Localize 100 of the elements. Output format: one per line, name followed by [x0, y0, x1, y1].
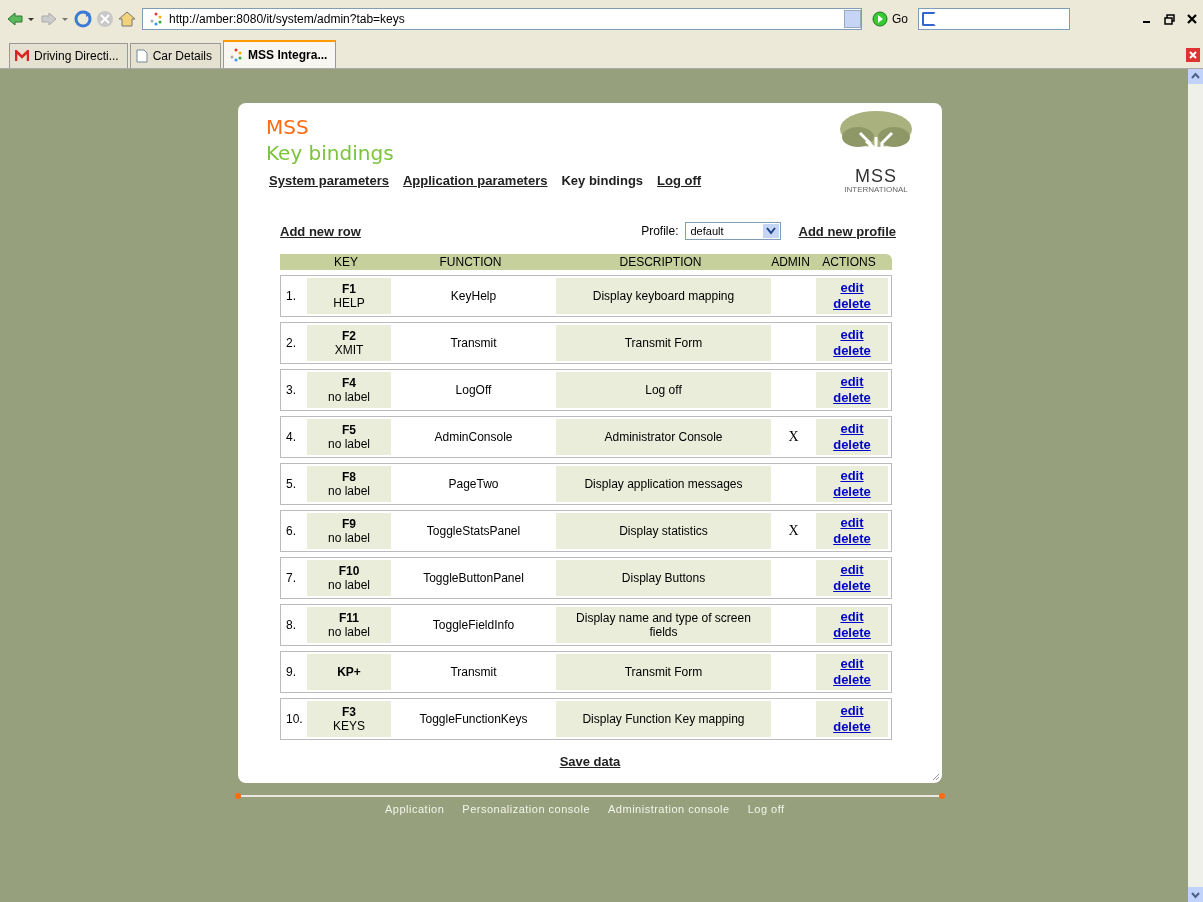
edit-link[interactable]: edit: [840, 609, 864, 625]
edit-link[interactable]: edit: [840, 327, 864, 343]
description-cell: Display statistics: [556, 513, 771, 549]
key-name: F4: [342, 376, 356, 390]
scroll-down-icon[interactable]: [1188, 887, 1203, 902]
row-number: 3.: [285, 382, 297, 399]
restore-icon[interactable]: [1164, 13, 1175, 25]
profile-select[interactable]: default: [684, 222, 781, 240]
delete-link[interactable]: delete: [833, 578, 871, 594]
row-number: 6.: [285, 523, 297, 540]
function-cell: Transmit: [450, 665, 497, 679]
column-header: KEY: [333, 255, 359, 269]
delete-link[interactable]: delete: [833, 390, 871, 406]
key-name: F8: [342, 470, 356, 484]
row-number: 10.: [285, 711, 304, 728]
column-header: ACTIONS: [821, 255, 877, 269]
delete-link[interactable]: delete: [833, 719, 871, 735]
save-link[interactable]: Save data: [559, 754, 621, 769]
logo-text: MSS: [855, 167, 897, 185]
scroll-up-icon[interactable]: [1188, 69, 1203, 84]
nav-link[interactable]: System parameters: [269, 173, 389, 188]
browser-tab[interactable]: Car Details: [129, 43, 222, 68]
mail-icon: [15, 50, 29, 62]
function-cell: PageTwo: [448, 477, 499, 491]
go-button[interactable]: Go: [868, 11, 912, 27]
key-name: F5: [342, 423, 356, 437]
function-cell: ToggleStatsPanel: [426, 524, 521, 538]
edit-link[interactable]: edit: [840, 280, 864, 296]
row-number: 2.: [285, 335, 297, 352]
edit-link[interactable]: edit: [840, 703, 864, 719]
edit-link[interactable]: edit: [840, 515, 864, 531]
delete-link[interactable]: delete: [833, 625, 871, 641]
key-name: F10: [338, 564, 360, 578]
row-number: 8.: [285, 617, 297, 634]
admin-mark: X: [788, 523, 799, 539]
row-number: 5.: [285, 476, 297, 493]
address-field[interactable]: http://amber:8080/it/system/admin?tab=keys: [142, 8, 862, 30]
delete-link[interactable]: delete: [833, 531, 871, 547]
key-label: XMIT: [334, 343, 364, 357]
key-name: F1: [342, 282, 356, 296]
edit-link[interactable]: edit: [840, 562, 864, 578]
loading-icon: [229, 48, 244, 62]
description-cell: Transmit Form: [556, 325, 771, 361]
column-header: ADMIN: [770, 255, 811, 269]
row-number: 1.: [285, 288, 297, 305]
edit-link[interactable]: edit: [840, 468, 864, 484]
function-cell: ToggleButtonPanel: [423, 571, 524, 585]
column-header: DESCRIPTION: [618, 255, 703, 269]
column-header: FUNCTION: [438, 255, 503, 269]
delete-link[interactable]: delete: [833, 484, 871, 500]
key-label: no label: [327, 578, 370, 592]
description-cell: Display Function Key mapping: [556, 701, 771, 737]
admin-mark: X: [788, 429, 799, 445]
description-cell: Display keyboard mapping: [556, 278, 771, 314]
delete-link[interactable]: delete: [833, 672, 871, 688]
nav-link[interactable]: Key bindings: [561, 173, 644, 188]
key-label: no label: [327, 437, 370, 451]
add-profile-link[interactable]: Add new profile: [798, 223, 896, 239]
row-number: 9.: [285, 664, 297, 681]
row-number: 7.: [285, 570, 297, 587]
profile-label: Profile:: [641, 224, 679, 238]
nav-link[interactable]: Application parameters: [402, 173, 548, 188]
browser-tab[interactable]: MSS Integra...: [223, 40, 337, 68]
edit-link[interactable]: edit: [840, 656, 864, 672]
description-cell: Log off: [556, 372, 771, 408]
search-field[interactable]: [918, 8, 1070, 30]
function-cell: Transmit: [450, 336, 497, 350]
back-icon[interactable]: [6, 11, 36, 27]
key-label: KEYS: [333, 719, 365, 733]
key-name: F3: [342, 705, 356, 719]
function-cell: AdminConsole: [434, 430, 513, 444]
key-label: HELP: [333, 296, 365, 310]
key-name: F11: [339, 611, 359, 625]
nav-link[interactable]: Log off: [657, 173, 702, 188]
key-name: F9: [342, 517, 356, 531]
key-label: no label: [327, 390, 370, 404]
browser-tab[interactable]: Driving Directi...: [9, 43, 128, 68]
add-row-link[interactable]: Add new row: [280, 223, 361, 239]
page-icon: [135, 49, 148, 63]
row-number: 4.: [285, 429, 297, 446]
loading-icon: [149, 12, 163, 26]
description-cell: Transmit Form: [556, 654, 771, 690]
close-icon[interactable]: [1187, 13, 1197, 24]
delete-link[interactable]: delete: [833, 343, 871, 359]
delete-link[interactable]: delete: [833, 437, 871, 453]
description-cell: Display application messages: [556, 466, 771, 502]
function-cell: ToggleFunctionKeys: [419, 712, 528, 726]
refresh-icon[interactable]: [74, 10, 92, 28]
scrollbar[interactable]: [1188, 69, 1203, 902]
home-icon[interactable]: [118, 10, 136, 28]
description-cell: Display Buttons: [556, 560, 771, 596]
function-cell: KeyHelp: [450, 289, 497, 303]
delete-link[interactable]: delete: [833, 296, 871, 312]
edit-link[interactable]: edit: [840, 421, 864, 437]
key-label: no label: [327, 531, 370, 545]
edit-link[interactable]: edit: [840, 374, 864, 390]
resize-grip-icon: [932, 773, 940, 781]
description-cell: Administrator Console: [556, 419, 771, 455]
caret-icon: [765, 227, 776, 235]
key-name: F2: [342, 329, 356, 343]
